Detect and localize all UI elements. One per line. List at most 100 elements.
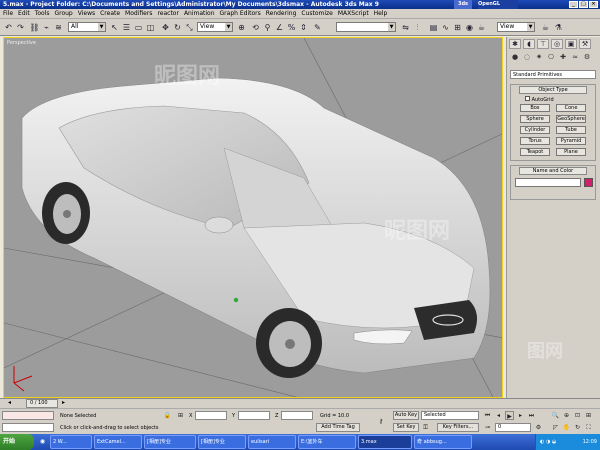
go-to-end-icon[interactable]: ⏭ bbox=[527, 411, 536, 420]
utilities-tab-icon[interactable]: ⚒ bbox=[579, 39, 591, 49]
unlink-icon[interactable]: ⌁ bbox=[41, 22, 52, 33]
tray-icons[interactable]: ◐ ◑ ◒ bbox=[540, 439, 556, 445]
menu-help[interactable]: Help bbox=[374, 10, 388, 17]
menu-group[interactable]: Group bbox=[54, 10, 72, 17]
taskbar-item[interactable]: [相册]专业 bbox=[198, 435, 246, 449]
maximize-button[interactable]: □ bbox=[579, 1, 588, 8]
current-frame-field[interactable]: 0 bbox=[495, 423, 531, 432]
systems-icon[interactable]: ⚙ bbox=[582, 52, 592, 62]
taskbar-item[interactable]: ExtCamel... bbox=[94, 435, 142, 449]
teapot-render-icon[interactable]: ⚗ bbox=[553, 22, 564, 33]
mirror-icon[interactable]: ⇋ bbox=[400, 22, 411, 33]
layer-manager-icon[interactable]: ▤ bbox=[428, 22, 439, 33]
menu-customize[interactable]: Customize bbox=[301, 10, 333, 17]
box-button[interactable]: Box bbox=[520, 104, 550, 112]
menu-reactor[interactable]: reactor bbox=[157, 10, 179, 17]
menu-animation[interactable]: Animation bbox=[184, 10, 215, 17]
maxscript-mini-listener[interactable] bbox=[2, 423, 54, 432]
menu-tools[interactable]: Tools bbox=[35, 10, 50, 17]
selection-filter-dropdown[interactable]: All ▼ bbox=[68, 22, 106, 32]
plane-button[interactable]: Plane bbox=[556, 148, 586, 156]
select-move-icon[interactable]: ✥ bbox=[160, 22, 171, 33]
edit-named-selection-icon[interactable]: ✎ bbox=[312, 22, 323, 33]
time-slider[interactable]: 0 / 100 ◂ ▸ bbox=[0, 398, 600, 408]
key-mode-toggle-icon[interactable]: ⊸ bbox=[483, 423, 492, 432]
material-editor-icon[interactable]: ◉ bbox=[464, 22, 475, 33]
go-to-start-icon[interactable]: ⏮ bbox=[483, 411, 492, 420]
hierarchy-tab-icon[interactable]: ⊤ bbox=[537, 39, 549, 49]
menu-edit[interactable]: Edit bbox=[18, 10, 30, 17]
next-frame-icon[interactable]: ▸ bbox=[516, 411, 525, 420]
name-and-color-header[interactable]: Name and Color bbox=[519, 167, 587, 175]
maxscript-listener-field[interactable] bbox=[2, 411, 54, 420]
absolute-mode-icon[interactable]: ⊞ bbox=[176, 411, 185, 420]
menu-modifiers[interactable]: Modifiers bbox=[125, 10, 152, 17]
minimize-button[interactable]: _ bbox=[569, 1, 578, 8]
display-tab-icon[interactable]: ▣ bbox=[565, 39, 577, 49]
play-icon[interactable]: ▶ bbox=[505, 411, 514, 420]
cylinder-button[interactable]: Cylinder bbox=[520, 126, 550, 134]
percent-snap-icon[interactable]: % bbox=[286, 22, 297, 33]
lights-icon[interactable]: ✷ bbox=[534, 52, 544, 62]
lock-selection-icon[interactable]: 🔒 bbox=[163, 411, 172, 420]
taskbar-item[interactable]: E:\室外车 bbox=[298, 435, 356, 449]
menu-views[interactable]: Views bbox=[78, 10, 95, 17]
menu-maxscript[interactable]: MAXScript bbox=[338, 10, 369, 17]
key-filters-button[interactable]: Key Filters... bbox=[437, 423, 479, 432]
geometry-icon[interactable]: ● bbox=[510, 52, 520, 62]
render-type-dropdown[interactable]: View ▼ bbox=[497, 22, 535, 32]
taskbar-item[interactable]: 奇 abbsug... bbox=[414, 435, 472, 449]
taskbar-item[interactable]: eulisari bbox=[248, 435, 296, 449]
set-key-button[interactable]: Set Key bbox=[393, 423, 419, 432]
z-coordinate-field[interactable] bbox=[281, 411, 313, 420]
bind-space-warp-icon[interactable]: ≋ bbox=[53, 22, 64, 33]
shapes-icon[interactable]: ◌ bbox=[522, 52, 532, 62]
curve-editor-icon[interactable]: ∿ bbox=[440, 22, 451, 33]
space-warps-icon[interactable]: ≈ bbox=[570, 52, 580, 62]
helpers-icon[interactable]: ✚ bbox=[558, 52, 568, 62]
previous-frame-icon[interactable]: ◂ bbox=[494, 411, 503, 420]
key-icon[interactable]: ⚷ bbox=[374, 417, 388, 426]
quick-render-icon[interactable]: ☕ bbox=[540, 22, 551, 33]
taskbar-item[interactable]: [相册]专业 bbox=[144, 435, 196, 449]
tube-button[interactable]: Tube bbox=[556, 126, 586, 134]
taskbar-item[interactable]: 2 W... bbox=[50, 435, 92, 449]
menu-create[interactable]: Create bbox=[100, 10, 120, 17]
modify-tab-icon[interactable]: ◖ bbox=[523, 39, 535, 49]
render-scene-icon[interactable]: ☕ bbox=[476, 22, 487, 33]
viewport-label[interactable]: Perspective bbox=[7, 40, 36, 46]
cone-button[interactable]: Cone bbox=[556, 104, 586, 112]
object-type-header[interactable]: Object Type bbox=[519, 86, 587, 94]
prev-frame-icon[interactable]: ◂ bbox=[8, 399, 11, 406]
align-icon[interactable]: ⫶ bbox=[412, 22, 423, 33]
field-of-view-icon[interactable]: ◸ bbox=[551, 423, 560, 432]
select-scale-icon[interactable]: ⤡ bbox=[184, 22, 195, 33]
time-configuration-icon[interactable]: ⚙ bbox=[534, 423, 543, 432]
taskbar-item-active[interactable]: 3.max bbox=[358, 435, 412, 449]
schematic-view-icon[interactable]: ⊞ bbox=[452, 22, 463, 33]
arc-rotate-icon[interactable]: ↻ bbox=[573, 423, 582, 432]
primitive-category-dropdown[interactable]: Standard Primitives bbox=[510, 70, 596, 79]
close-button[interactable]: × bbox=[589, 1, 598, 8]
angle-snap-icon[interactable]: ∠ bbox=[274, 22, 285, 33]
next-frame-icon[interactable]: ▸ bbox=[62, 399, 65, 406]
set-key-mode-icon[interactable]: ⚿ bbox=[421, 423, 430, 432]
quick-launch-icon[interactable]: ◉ bbox=[38, 437, 47, 446]
snap-toggle-icon[interactable]: ⚲ bbox=[262, 22, 273, 33]
pyramid-button[interactable]: Pyramid bbox=[556, 137, 586, 145]
sphere-button[interactable]: Sphere bbox=[520, 115, 550, 123]
window-crossing-icon[interactable]: ◫ bbox=[145, 22, 156, 33]
select-object-icon[interactable]: ↖ bbox=[109, 22, 120, 33]
select-by-name-icon[interactable]: ☰ bbox=[121, 22, 132, 33]
key-mode-dropdown[interactable]: Selected bbox=[421, 411, 479, 420]
named-selection-dropdown[interactable]: ▼ bbox=[336, 22, 396, 32]
x-coordinate-field[interactable] bbox=[195, 411, 227, 420]
select-manipulate-icon[interactable]: ⟲ bbox=[250, 22, 261, 33]
create-tab-icon[interactable]: ✱ bbox=[509, 39, 521, 49]
perspective-viewport[interactable]: Perspective 昵图网 昵图网 bbox=[3, 37, 503, 398]
select-rotate-icon[interactable]: ↻ bbox=[172, 22, 183, 33]
reference-coordinate-dropdown[interactable]: View ▼ bbox=[197, 22, 233, 32]
torus-button[interactable]: Torus bbox=[520, 137, 550, 145]
add-time-tag-button[interactable]: Add Time Tag bbox=[316, 423, 360, 432]
geosphere-button[interactable]: GeoSphere bbox=[556, 115, 586, 123]
